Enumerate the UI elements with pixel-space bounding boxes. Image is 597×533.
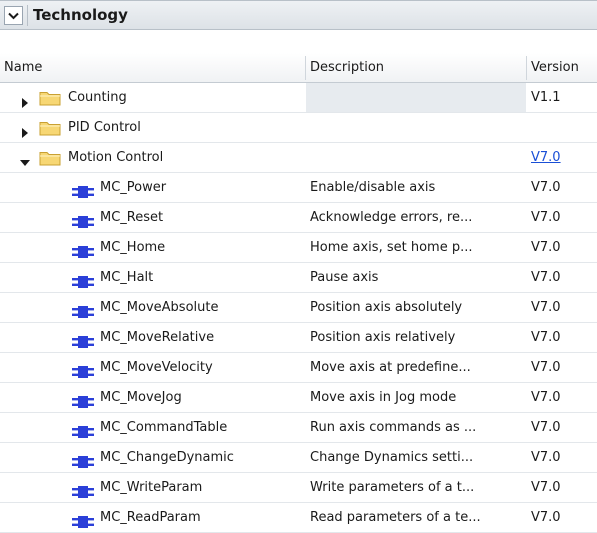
instruction-row[interactable]: MC_Reset Acknowledge errors, re... V7.0: [0, 203, 597, 233]
folder-description: [306, 143, 526, 173]
function-block-icon: [72, 513, 94, 528]
chevron-down-icon[interactable]: [4, 6, 23, 25]
instruction-description: Enable/disable axis: [310, 180, 436, 195]
folder-icon: [39, 90, 61, 106]
instruction-description: Pause axis: [310, 270, 379, 285]
instruction-name: MC_MoveRelative: [100, 330, 215, 345]
instruction-description: Move axis in Jog mode: [310, 390, 457, 405]
instruction-row[interactable]: MC_MoveAbsolute Position axis absolutely V…: [0, 293, 597, 323]
instruction-row[interactable]: MC_MoveRelative Position axis relatively V…: [0, 323, 597, 353]
expand-arrow-down-icon[interactable]: [20, 153, 30, 166]
function-block-icon: [72, 363, 94, 378]
instruction-name: MC_MoveJog: [100, 390, 182, 405]
instruction-version: V7.0: [531, 270, 561, 285]
instruction-version: V7.0: [531, 510, 561, 525]
instruction-name: MC_ReadParam: [100, 510, 201, 525]
folder-description: [306, 83, 526, 113]
folder-icon: [39, 150, 61, 166]
folder-name: PID Control: [68, 120, 141, 135]
instruction-version: V7.0: [531, 450, 561, 465]
instruction-description: Run axis commands as ...: [310, 420, 477, 435]
column-header-version[interactable]: Version: [527, 53, 597, 82]
instruction-row[interactable]: MC_Home Home axis, set home p... V7.0: [0, 233, 597, 263]
function-block-icon: [72, 273, 94, 288]
header-divider: [27, 5, 28, 26]
function-block-icon: [72, 213, 94, 228]
function-block-icon: [72, 423, 94, 438]
instruction-name: MC_Reset: [100, 210, 164, 225]
column-header-description[interactable]: Description: [306, 53, 526, 82]
technology-panel-header[interactable]: Technology: [0, 0, 597, 30]
instruction-name: MC_Halt: [100, 270, 154, 285]
instruction-description: Position axis relatively: [310, 330, 456, 345]
instruction-name: MC_MoveVelocity: [100, 360, 213, 375]
instruction-version: V7.0: [531, 300, 561, 315]
function-block-icon: [72, 243, 94, 258]
instruction-version: V7.0: [531, 240, 561, 255]
instruction-row[interactable]: MC_CommandTable Run axis commands as ... V…: [0, 413, 597, 443]
folder-row[interactable]: PID Control: [0, 113, 597, 143]
instruction-description: Move axis at predefine...: [310, 360, 471, 375]
instruction-version: V7.0: [531, 360, 561, 375]
folder-icon: [39, 120, 61, 136]
expand-arrow-right-icon[interactable]: [20, 93, 30, 108]
version-link[interactable]: V7.0: [531, 143, 597, 173]
function-block-icon: [72, 393, 94, 408]
folder-name: Motion Control: [68, 150, 164, 165]
instruction-name: MC_ChangeDynamic: [100, 450, 234, 465]
function-block-icon: [72, 453, 94, 468]
instruction-name: MC_Home: [100, 240, 166, 255]
instruction-description: Change Dynamics setti...: [310, 450, 474, 465]
instruction-description: Read parameters of a te...: [310, 510, 481, 525]
folder-row[interactable]: Motion Control V7.0: [0, 143, 597, 173]
instruction-description: Position axis absolutely: [310, 300, 463, 315]
instruction-description: Acknowledge errors, re...: [310, 210, 473, 225]
instruction-version: V7.0: [531, 420, 561, 435]
folder-row[interactable]: Counting V1.1: [0, 83, 597, 113]
folder-description: [306, 113, 526, 143]
panel-title: Technology: [33, 6, 128, 24]
folder-version: [531, 113, 597, 143]
instruction-name: MC_WriteParam: [100, 480, 203, 495]
instruction-description: Home axis, set home p...: [310, 240, 473, 255]
instruction-name: MC_MoveAbsolute: [100, 300, 219, 315]
function-block-icon: [72, 303, 94, 318]
instruction-version: V7.0: [531, 480, 561, 495]
column-header-name[interactable]: Name: [0, 53, 305, 82]
function-block-icon: [72, 333, 94, 348]
instruction-row[interactable]: MC_MoveJog Move axis in Jog mode V7.0: [0, 383, 597, 413]
column-header-row: Name Description Version: [0, 53, 597, 83]
folder-version: V1.1: [531, 90, 561, 105]
folder-name: Counting: [68, 90, 127, 105]
instruction-description: Write parameters of a t...: [310, 480, 475, 495]
instruction-version: V7.0: [531, 210, 561, 225]
instruction-name: MC_CommandTable: [100, 420, 228, 435]
instruction-row[interactable]: MC_ReadParam Read parameters of a te... V7…: [0, 503, 597, 533]
function-block-icon: [72, 183, 94, 198]
instruction-row[interactable]: MC_Power Enable/disable axis V7.0: [0, 173, 597, 203]
instruction-row[interactable]: MC_MoveVelocity Move axis at predefine...…: [0, 353, 597, 383]
instruction-row[interactable]: MC_Halt Pause axis V7.0: [0, 263, 597, 293]
function-block-icon: [72, 483, 94, 498]
instruction-version: V7.0: [531, 180, 561, 195]
instruction-version: V7.0: [531, 330, 561, 345]
instruction-row[interactable]: MC_WriteParam Write parameters of a t... V…: [0, 473, 597, 503]
instruction-name: MC_Power: [100, 180, 167, 195]
expand-arrow-right-icon[interactable]: [20, 123, 30, 138]
instruction-row[interactable]: MC_ChangeDynamic Change Dynamics setti...…: [0, 443, 597, 473]
instruction-version: V7.0: [531, 390, 561, 405]
